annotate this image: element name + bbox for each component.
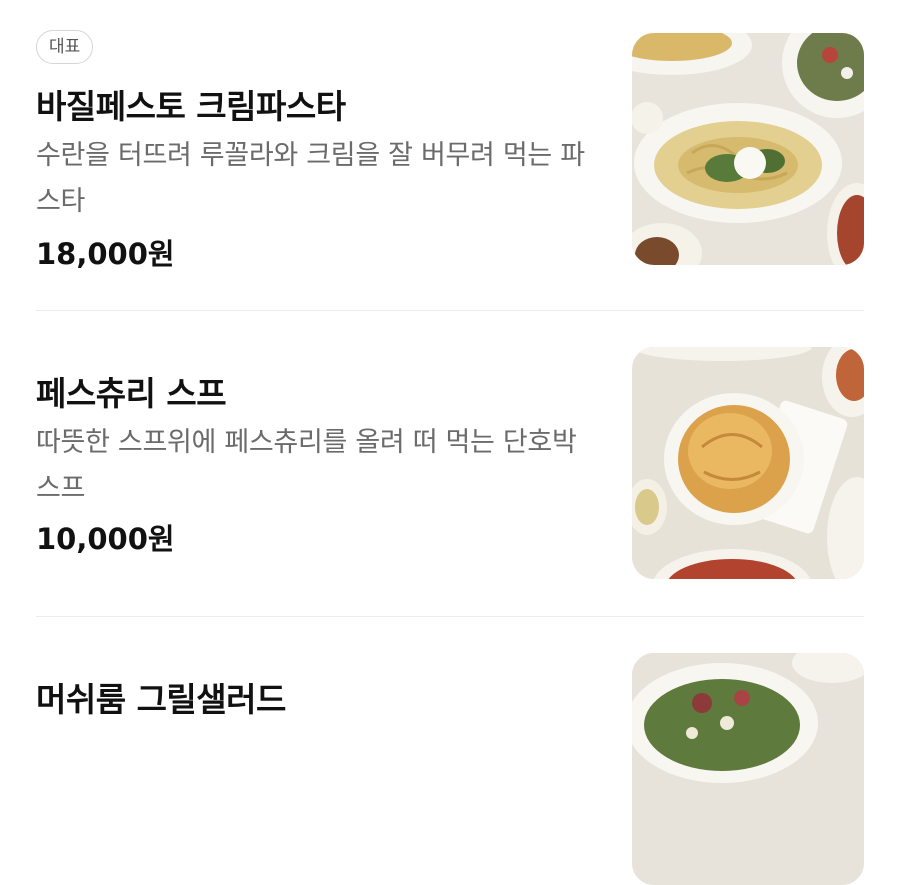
- menu-item-description: 따뜻한 스프위에 페스츄리를 올려 떠 먹는 단호박스프: [36, 427, 577, 504]
- soup-photo-illustration: [632, 347, 864, 579]
- menu-item-price: 10,000원: [36, 522, 175, 556]
- menu-item-price: 18,000원: [36, 237, 175, 271]
- menu-item-pastry-soup[interactable]: 페스츄리 스프 따뜻한 스프위에 페스츄리를 올려 떠 먹는 단호박스프 10,…: [0, 311, 900, 616]
- pasta-photo-illustration: [632, 33, 864, 265]
- salad-photo-illustration: [632, 653, 864, 885]
- signature-badge: 대표: [36, 30, 94, 64]
- menu-item-description: 수란을 터뜨려 루꼴라와 크림을 잘 버무려 먹는 파스타: [36, 140, 585, 217]
- menu-item-photo-pasta[interactable]: [632, 33, 864, 265]
- menu-item-mushroom-grill-salad[interactable]: 머쉬룸 그릴샐러드: [0, 617, 900, 885]
- menu-item-name: 머쉬룸 그릴샐러드: [36, 680, 286, 719]
- menu-item-photo-salad[interactable]: [632, 653, 864, 885]
- menu-item-basil-pesto-pasta[interactable]: 대표 바질페스토 크림파스타 수란을 터뜨려 루꼴라와 크림을 잘 버무려 먹는…: [0, 0, 900, 310]
- menu-item-name: 페스츄리 스프: [36, 374, 227, 413]
- menu-item-name: 바질페스토 크림파스타: [36, 87, 346, 126]
- menu-item-photo-soup[interactable]: [632, 347, 864, 579]
